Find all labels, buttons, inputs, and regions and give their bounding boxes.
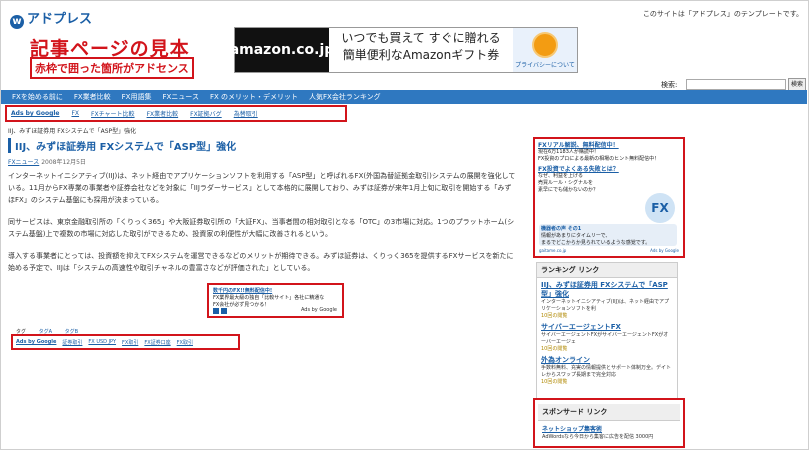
next-icon[interactable]: [221, 308, 227, 314]
ranking-header: ランキング リンク: [537, 263, 677, 278]
bubble-text: まるでどこからか見られているような感覚です。: [541, 240, 651, 246]
ad-link[interactable]: FX取引: [122, 339, 138, 346]
main-nav: FXを始める前に FX業者比較 FX用語集 FXニュース FX のメリット・デメ…: [1, 90, 807, 104]
ad-link[interactable]: 証券取引: [62, 339, 82, 346]
ranking-item-count: 10回の閲覧: [541, 313, 568, 319]
ads-by-google-label[interactable]: Ads by Google: [650, 247, 679, 254]
gift-icon: [532, 31, 558, 58]
ad-domain[interactable]: gaitame.co.jp: [539, 247, 566, 254]
breadcrumb: IIJ、みずほ証券用 FXシステムで「ASP型」強化: [8, 128, 137, 135]
ad-link[interactable]: FX証拠バグ: [190, 109, 222, 118]
testimonial-bubble: 機器者の声 その1 情報があまりにタイムリーで、 まるでどこからか見られているよ…: [539, 224, 677, 246]
adsense-link-unit-bottom: Ads by Google 証券取引 FX USD JPY FX取引 FX証券口…: [11, 334, 240, 350]
banner-line1: いつでも買えて すぐに贈れる: [341, 31, 501, 45]
nav-item[interactable]: FX用語集: [122, 92, 152, 102]
ad-link[interactable]: FXチャート比較: [91, 109, 135, 118]
nav-item[interactable]: FXを始める前に: [12, 92, 63, 102]
article-paragraph: 同サービスは、東京金融取引所の「くりっく365」や大阪証券取引所の「大証FX」、…: [8, 218, 515, 238]
adsense-ad-box[interactable]: 数千円のFX!!無料配信中! FX業界最大級の独自「比較サイト」各社に精通な F…: [207, 283, 344, 318]
nav-item[interactable]: FX業者比較: [74, 92, 111, 102]
ad-text: なぜ、利益を上げる: [538, 173, 584, 179]
site-logo[interactable]: w アドプレス: [10, 8, 92, 29]
adsense-note: 赤枠で囲った箇所がアドセンス: [30, 57, 194, 79]
ranking-item-count: 10回の閲覧: [541, 346, 568, 352]
privacy-link[interactable]: プライバシーについて: [515, 60, 575, 69]
prev-icon[interactable]: [213, 308, 219, 314]
bubble-text: 情報があまりにタイムリーで、: [541, 233, 611, 239]
search-label: 検索:: [661, 81, 678, 89]
ads-by-google-label[interactable]: Ads by Google: [16, 339, 56, 345]
ranking-item-title[interactable]: サイバーエージェントFX: [541, 323, 673, 332]
ads-by-google-label[interactable]: Ads by Google: [11, 110, 59, 117]
banner-line2: 簡単便利なAmazonギフト券: [342, 48, 500, 62]
ad-text: 売買ルール・シグナルを: [538, 180, 594, 186]
logo-text: アドプレス: [27, 12, 93, 27]
ad-footer: gaitame.co.jp Ads by Google: [539, 247, 679, 254]
banner-copy: いつでも買えて すぐに贈れる 簡単便利なAmazonギフト券: [329, 28, 513, 72]
adsense-link-unit-top: Ads by Google FX FXチャート比較 FX業者比較 FX証拠バグ …: [5, 105, 347, 122]
category-link[interactable]: FXニュース: [8, 159, 39, 166]
ranking-item: IIJ、みずほ証券用 FXシステムで「ASP型」強化 インターネットイニシアティ…: [537, 278, 677, 320]
template-note: このサイトは「アドプレス」のテンプレートです。: [642, 10, 803, 18]
ranking-item: サイバーエージェントFX サイバーエージェントFXがサイバーエージェントFXがオ…: [537, 320, 677, 353]
ad-link[interactable]: FX業者比較: [147, 109, 179, 118]
ranking-item: 外為オンライン 手数料無料、充実の情報提供とサポート体制万全。デイトレからスワッ…: [537, 353, 677, 386]
nav-item[interactable]: 人気FX会社ランキング: [309, 92, 381, 102]
ad-body: FX業界最大級の独自「比較サイト」各社に精通な: [213, 295, 325, 301]
article-title: IIJ、みずほ証券用 FXシステムで「ASP型」強化: [8, 138, 525, 153]
article-paragraph: 導入する事業者にとっては、投資額を抑えてFXシステムを運営できるなどのメリットが…: [8, 252, 514, 272]
ranking-item-count: 10回の閲覧: [541, 379, 568, 385]
ad-link[interactable]: FX証券口座: [144, 339, 170, 346]
ranking-item-desc: 手数料無料、充実の情報提供とサポート体制万全。デイトレからスワップ長期まで完全対…: [541, 365, 672, 378]
logo-icon: w: [10, 15, 24, 29]
amazon-banner[interactable]: amazon.co.jp いつでも買えて すぐに贈れる 簡単便利なAmazonギ…: [230, 27, 578, 73]
ranking-item-title[interactable]: 外為オンライン: [541, 356, 673, 365]
ad-link[interactable]: FX: [71, 110, 79, 117]
article-paragraph: インターネットイニシアティブ(IIJ)は、ネット経由でアプリケーションソフトを利…: [8, 172, 516, 204]
ad-text: FX投資のプロによる最新の相場のヒント無料配信中！: [538, 156, 660, 162]
article-meta: FXニュース 2008年12月5日: [8, 157, 86, 166]
bubble-title: 機器者の声 その1: [541, 226, 582, 232]
ad-link[interactable]: FX USD JPY: [88, 339, 116, 345]
ad-link[interactable]: FX取引: [177, 339, 193, 346]
ranking-item-desc: インターネットイニシアティブ(IIJ)は、ネット経由でアプリケーションソフトを利: [541, 299, 670, 312]
nav-item[interactable]: FXニュース: [162, 92, 198, 102]
fx-logo-icon: FX: [645, 193, 675, 223]
search-input[interactable]: [686, 79, 786, 90]
sidebar-ad-unit[interactable]: FXリアル解説、無料配信中！ 現在6万1183人が購読中！ FX投資のプロによる…: [533, 137, 685, 258]
sponsor-link[interactable]: ネットショップ集客術: [535, 421, 683, 433]
sponsor-desc: AdWordsなら今日から集客に広告を配信 3000円: [542, 434, 654, 440]
ad-title[interactable]: FXリアル解説、無料配信中！: [538, 142, 680, 149]
ad-title[interactable]: 数千円のFX!!無料配信中!: [213, 287, 338, 294]
ranking-item-title[interactable]: IIJ、みずほ証券用 FXシステムで「ASP型」強化: [541, 281, 673, 299]
amazon-logo: amazon.co.jp: [230, 28, 334, 72]
ad-link[interactable]: 為替取引: [234, 109, 258, 118]
ad-title[interactable]: FX投資でよくある失敗とは？: [538, 166, 680, 173]
sponsor-header: スポンサード リンク: [538, 404, 680, 421]
ads-by-google-label[interactable]: Ads by Google: [301, 307, 337, 313]
nav-item[interactable]: FX のメリット・デメリット: [210, 92, 298, 102]
gift-area: プライバシーについて: [513, 28, 577, 72]
ranking-item-desc: サイバーエージェントFXがサイバーエージェントFXがオーバーエージェ: [541, 332, 669, 345]
ranking-panel: ランキング リンク IIJ、みずほ証券用 FXシステムで「ASP型」強化 インタ…: [536, 262, 678, 399]
sponsored-links: スポンサード リンク ネットショップ集客術 AdWordsなら今日から集客に広告…: [533, 398, 685, 448]
article-date: 2008年12月5日: [41, 159, 86, 166]
ad-text: 現在6万1183人が購読中！: [538, 149, 599, 155]
